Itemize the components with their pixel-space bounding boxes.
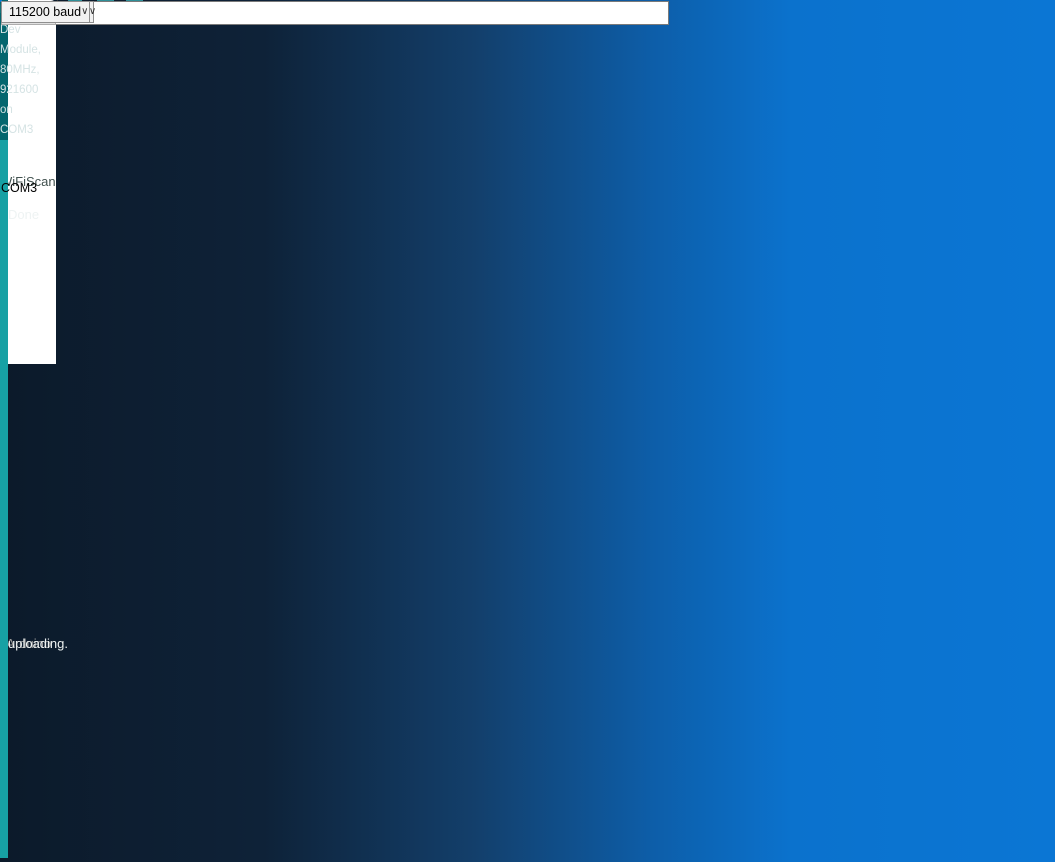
serial-monitor-title: COM3 <box>1 1 37 376</box>
baud-rate-value: 115200 baud <box>9 5 81 19</box>
chevron-down-icon: ∨ <box>81 2 88 22</box>
desktop: WiFiScan | Arduino 1.6.13 FileEditSketch… <box>0 0 1055 862</box>
chevron-down-icon: ∨ <box>89 2 96 22</box>
serial-monitor-window: COM3 ✕ Send entry 0x40080034 tcpip_task_… <box>0 0 2 2</box>
baud-rate-dropdown[interactable]: 115200 baud ∨ <box>1 1 90 23</box>
serial-send-input[interactable] <box>1 1 669 25</box>
